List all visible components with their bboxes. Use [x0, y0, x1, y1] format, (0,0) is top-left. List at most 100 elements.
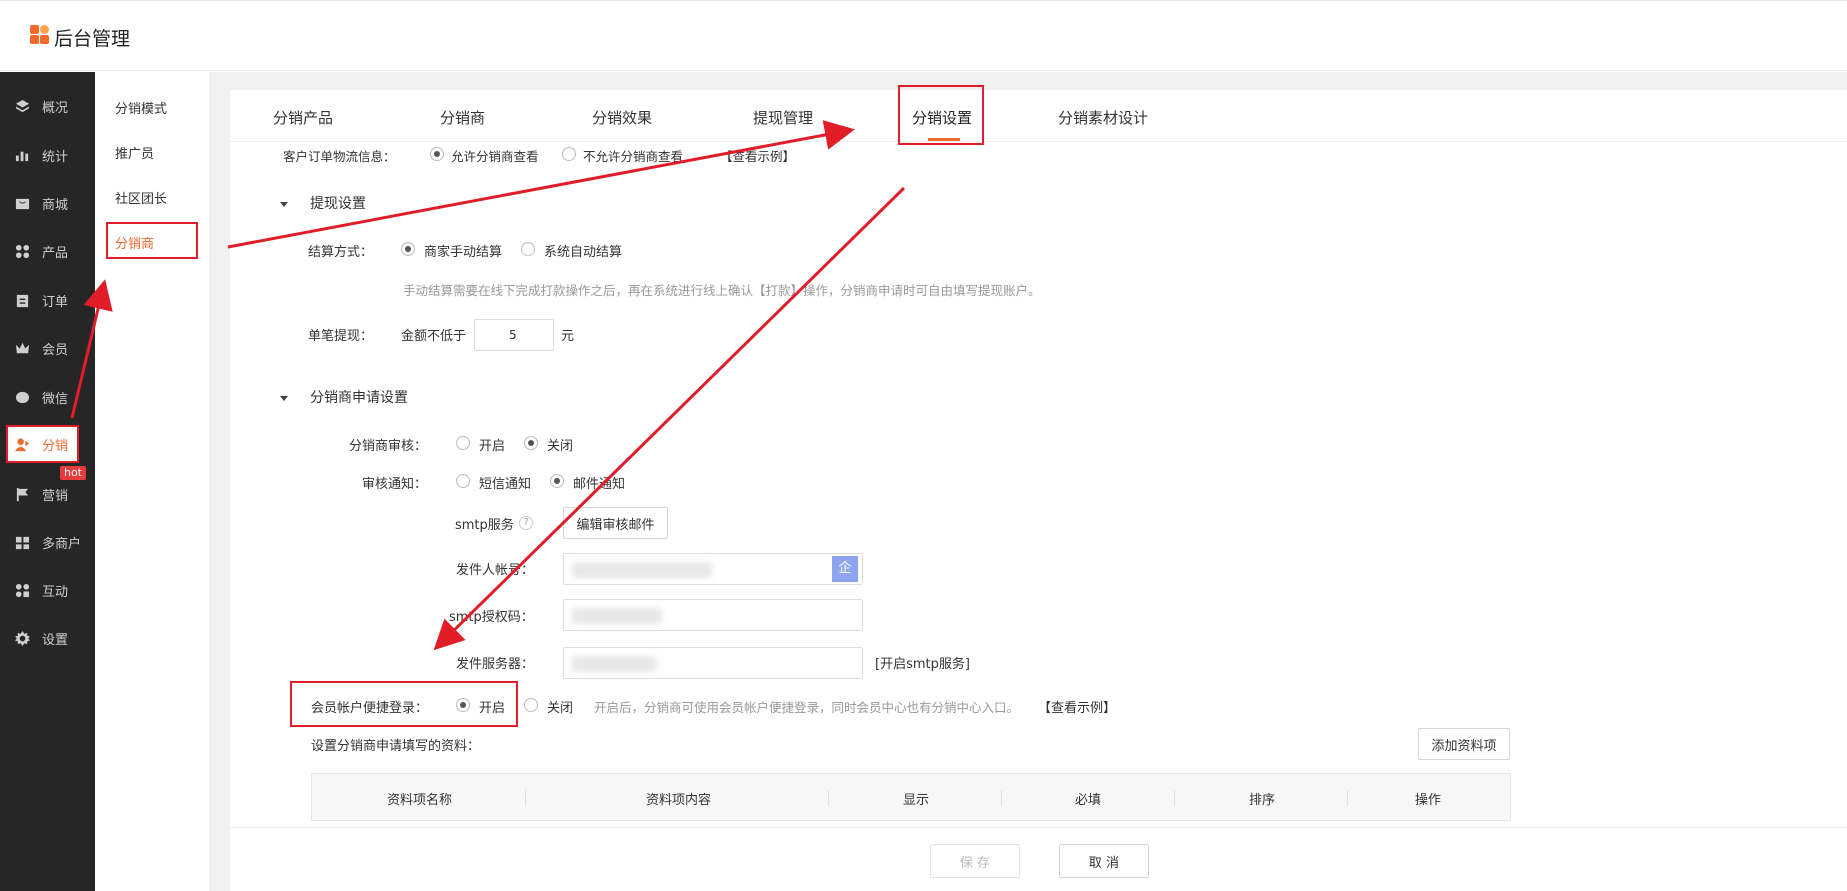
chart-icon: [15, 151, 29, 161]
mail-server-input[interactable]: [563, 647, 863, 679]
column-separator: [525, 790, 526, 806]
sidebar-item-label: 设置: [42, 632, 69, 648]
notify-mail-radio[interactable]: [550, 474, 564, 488]
cancel-button[interactable]: 取 消: [1059, 844, 1149, 878]
enterprise-mail-icon[interactable]: 企: [832, 556, 858, 582]
sidebar-item-wechat[interactable]: 微信: [0, 377, 95, 417]
edit-review-mail-button[interactable]: 编辑审核邮件: [563, 507, 668, 539]
logistics-allow-radio[interactable]: [430, 147, 444, 161]
notify-sms-label: 短信通知: [479, 477, 532, 492]
flag-icon: [16, 487, 29, 501]
review-label: 分销商审核：: [349, 439, 428, 454]
apply-section-title: 分销商申请设置: [310, 390, 408, 406]
open-smtp-link[interactable]: [开启smtp服务]: [875, 653, 970, 672]
annotation-box-quick-login: [290, 681, 518, 727]
submenu-item-mode[interactable]: 分销模式: [115, 98, 167, 117]
save-button[interactable]: 保 存: [930, 844, 1020, 878]
brand-title: 后台管理: [54, 28, 131, 50]
sidebar-item-interaction[interactable]: 互动: [0, 570, 95, 610]
submenu-item-promoter[interactable]: 推广员: [115, 143, 154, 162]
sender-account-input[interactable]: [563, 553, 863, 585]
review-on-radio[interactable]: [456, 436, 470, 450]
sidebar-item-shop[interactable]: 商城: [0, 183, 95, 223]
clipboard-icon: [16, 294, 29, 307]
sidebar-item-marketing[interactable]: 营销: [0, 474, 95, 514]
server-blurred-value: [572, 656, 657, 672]
tab-material-design[interactable]: 分销素材设计: [1058, 107, 1148, 128]
sidebar-item-label: 微信: [42, 391, 69, 407]
sidebar-item-label: 概况: [42, 100, 69, 116]
annotation-box-tab: [898, 85, 984, 145]
action-footer: [230, 827, 1847, 891]
crown-icon: [15, 342, 30, 353]
column-separator: [1174, 790, 1175, 806]
tab-bar: 分销产品 分销商 分销效果 提现管理 分销设置 分销素材设计: [230, 90, 1847, 142]
add-field-button[interactable]: 添加资料项: [1418, 728, 1510, 760]
sub-menu: 分销模式 推广员 社区团长 分销商: [95, 72, 210, 891]
server-label: 发件服务器：: [456, 657, 535, 672]
column-header: 资料项名称: [387, 793, 453, 808]
notify-sms-radio[interactable]: [456, 474, 470, 488]
sender-label: 发件人帐号：: [456, 563, 535, 578]
tab-withdraw[interactable]: 提现管理: [753, 107, 813, 128]
content-gutter: [210, 72, 230, 891]
store-icon: [15, 536, 30, 549]
tab-effects[interactable]: 分销效果: [592, 107, 652, 128]
quick-login-off-label: 关闭: [547, 701, 574, 716]
settle-auto-radio[interactable]: [521, 242, 535, 256]
min-amount-label: 金额不低于: [401, 329, 467, 344]
main-panel: 分销产品 分销商 分销效果 提现管理 分销设置 分销素材设计 客户订单物流信息：…: [230, 90, 1847, 891]
single-withdraw-label: 单笔提现：: [308, 329, 374, 344]
logistics-deny-radio[interactable]: [562, 147, 576, 161]
caret-down-icon[interactable]: [280, 202, 288, 207]
help-icon[interactable]: ?: [519, 516, 533, 530]
tab-products[interactable]: 分销产品: [273, 107, 333, 128]
sidebar-item-products[interactable]: 产品: [0, 231, 95, 271]
currency-unit: 元: [561, 329, 575, 344]
sidebar-item-label: 产品: [42, 245, 69, 261]
auth-code-input[interactable]: [563, 599, 863, 631]
settle-manual-label: 商家手动结算: [424, 245, 503, 260]
column-separator: [1001, 790, 1002, 806]
caret-down-icon[interactable]: [280, 396, 288, 401]
interact-icon: [15, 583, 30, 597]
logistics-deny-label: 不允许分销商查看: [583, 149, 684, 164]
gear-icon: [15, 630, 30, 646]
sidebar-item-multi-merchant[interactable]: 多商户: [0, 522, 95, 562]
settle-hint: 手动结算需要在线下完成打款操作之后，再在系统进行线上确认【打款】操作，分销商申请…: [403, 283, 1041, 298]
review-off-label: 关闭: [547, 439, 574, 454]
auth-blurred-value: [572, 608, 662, 624]
column-header: 必填: [1075, 793, 1102, 808]
sidebar-item-stats[interactable]: 统计: [0, 135, 95, 175]
column-header: 操作: [1415, 793, 1442, 808]
tab-distributors[interactable]: 分销商: [440, 107, 485, 128]
quick-login-example-link[interactable]: 【查看示例】: [1038, 697, 1116, 716]
sidebar-item-label: 互动: [42, 584, 69, 600]
sender-blurred-value: [572, 562, 712, 578]
settle-manual-radio[interactable]: [401, 242, 415, 256]
sidebar-item-label: 营销: [42, 488, 69, 504]
sidebar-item-settings[interactable]: 设置: [0, 618, 95, 658]
annotation-box-submenu: [106, 222, 198, 259]
settle-label: 结算方式：: [308, 245, 374, 260]
sidebar-item-label: 订单: [42, 294, 69, 310]
quick-login-off-radio[interactable]: [524, 698, 538, 712]
fields-label: 设置分销商申请填写的资料：: [311, 739, 481, 754]
hot-badge: hot: [60, 466, 86, 480]
sidebar-item-overview[interactable]: 概况: [0, 86, 95, 126]
withdraw-section-title: 提现设置: [310, 196, 366, 212]
logistics-example-link[interactable]: 【查看示例】: [720, 146, 795, 165]
notify-mail-label: 邮件通知: [573, 477, 626, 492]
grid-icon: [15, 244, 30, 258]
sidebar-item-label: 统计: [42, 149, 69, 165]
submenu-item-community-leader[interactable]: 社区团长: [115, 188, 167, 207]
wechat-icon: [15, 391, 30, 403]
sidebar-item-members[interactable]: 会员: [0, 328, 95, 368]
column-separator: [828, 790, 829, 806]
review-off-radio[interactable]: [524, 436, 538, 450]
min-amount-input[interactable]: 5: [474, 319, 554, 351]
column-header: 显示: [903, 793, 930, 808]
column-header: 排序: [1249, 793, 1276, 808]
sidebar-item-orders[interactable]: 订单: [0, 280, 95, 320]
main-sidebar: 概况 统计 商城 产品 订单 会员 微信 分销 营销 多商户 互动 设置: [0, 72, 95, 891]
